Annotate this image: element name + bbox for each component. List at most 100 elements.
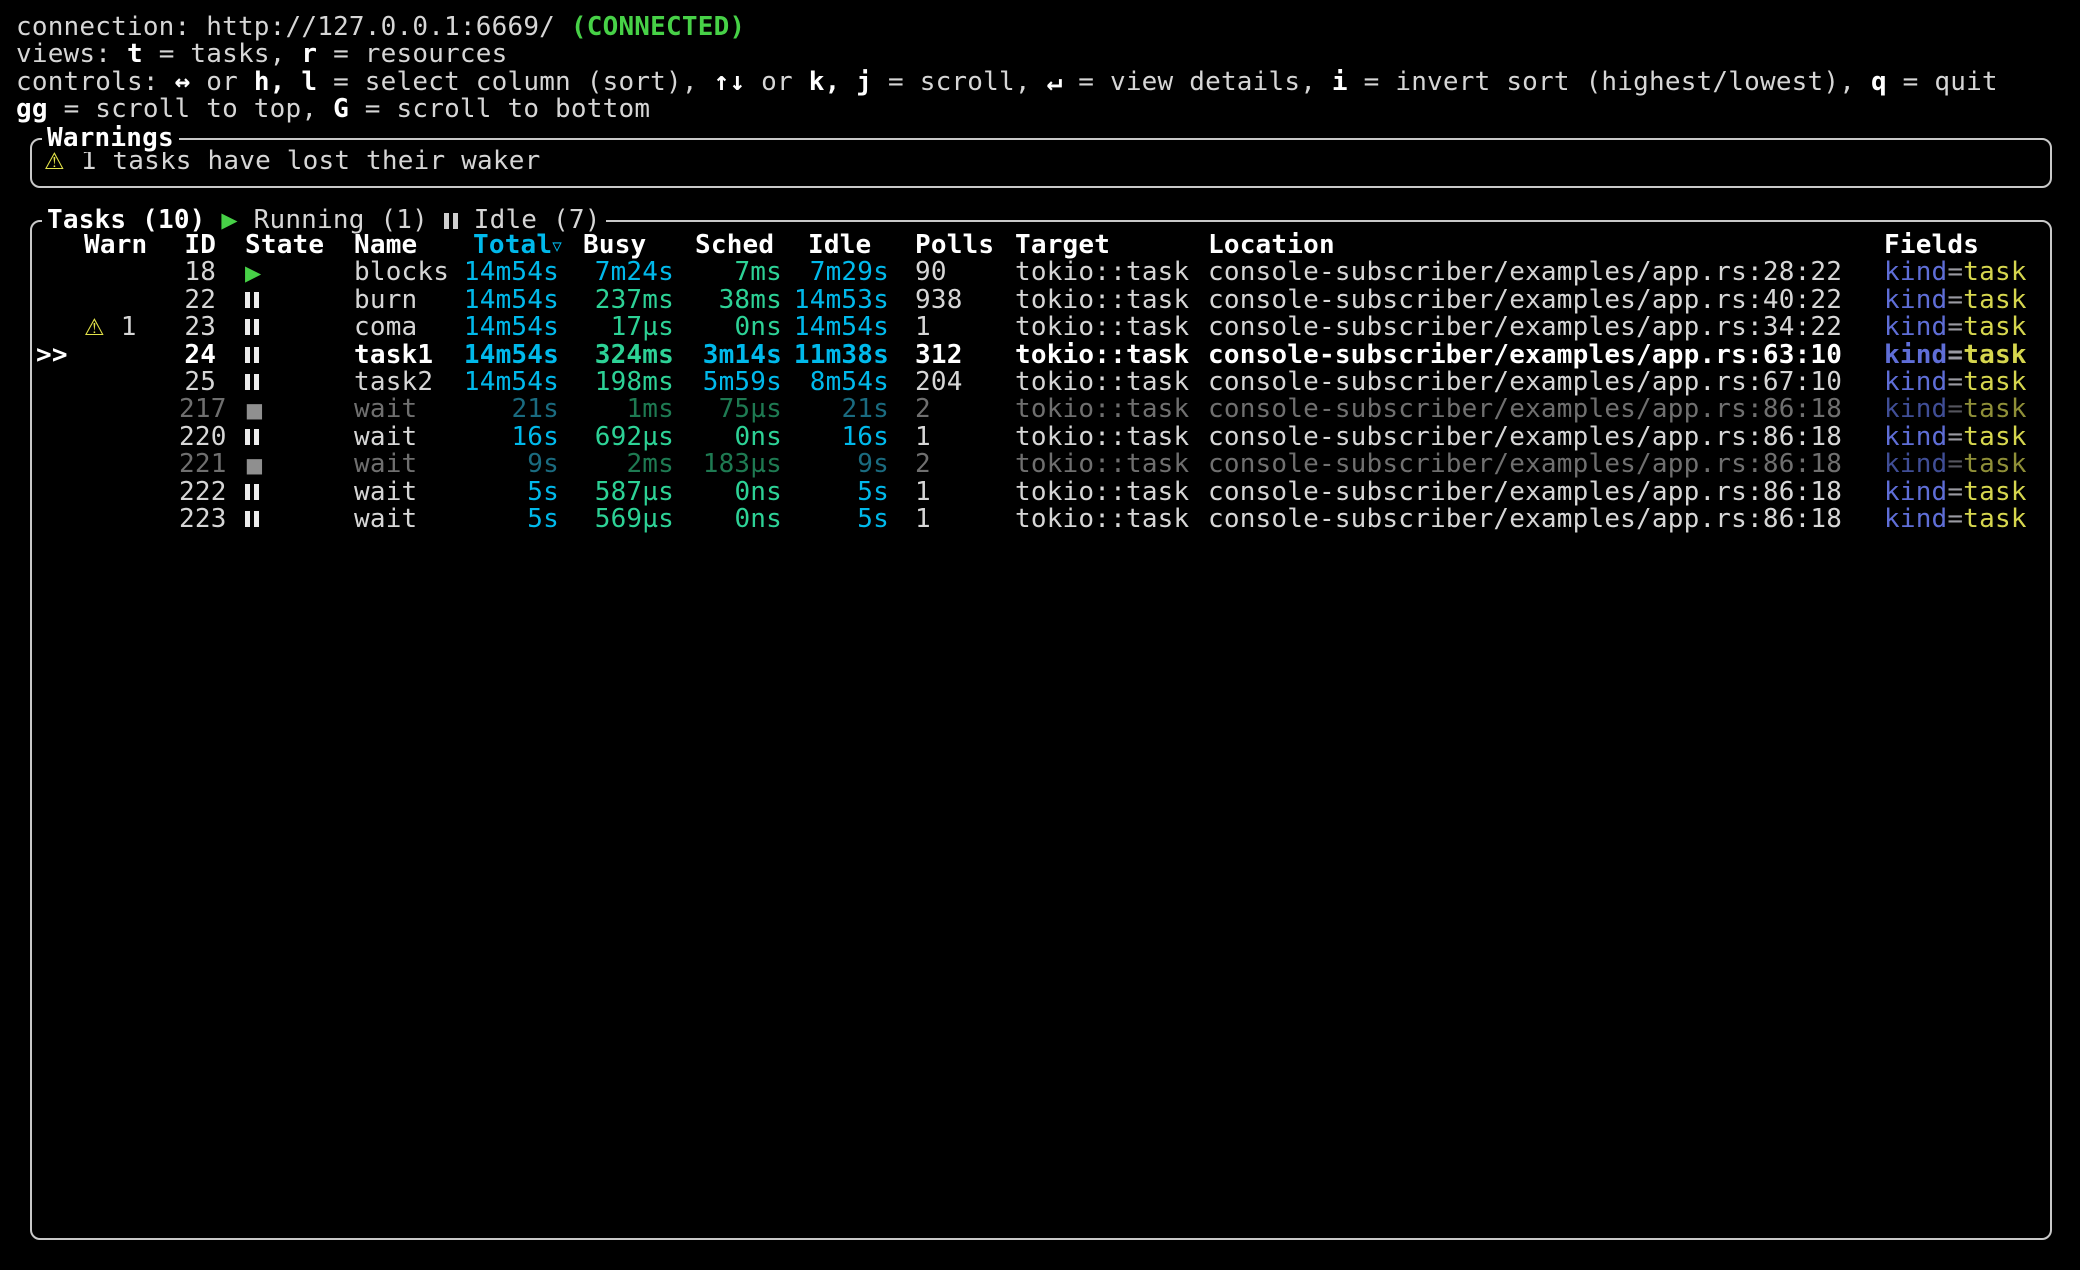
- cell-fields: kind=task: [1884, 421, 2050, 452]
- field-key: kind: [1884, 312, 1948, 343]
- cell-sched: 0ns: [734, 421, 782, 452]
- cell-fields: kind=task: [1884, 286, 2050, 314]
- cell-state: [232, 424, 354, 451]
- cell-total: 14m54s: [463, 366, 559, 397]
- table-row[interactable]: 25. task2 14m54s 198ms 5m59s 8m54s 204 t…: [32, 366, 2050, 397]
- cell-state: ■: [232, 451, 354, 479]
- cell-fields: kind=task: [1884, 366, 2050, 397]
- cell-idle: 14m54s: [793, 312, 889, 343]
- tasks-table-header: Warn ID. State Name Total▿ Busy Sched Id…: [32, 231, 2050, 260]
- cell-total: 14m54s: [463, 284, 559, 315]
- column-header-location[interactable]: Location: [1208, 231, 1884, 259]
- cell-name: wait: [354, 421, 418, 452]
- column-header-total-sorted[interactable]: Total▿: [459, 231, 562, 260]
- cell-polls: 312: [915, 339, 963, 370]
- cell-id: 18.: [184, 257, 217, 288]
- cell-busy: 237ms: [594, 284, 674, 315]
- cell-fields: kind=task: [1884, 259, 2050, 286]
- cell-total: 14m54s: [463, 339, 559, 370]
- cell-polls: 204: [915, 366, 963, 397]
- cell-location: console-subscriber/examples/app.rs:86:18: [1208, 476, 1843, 507]
- column-header-id[interactable]: ID.: [179, 231, 232, 259]
- controls-line-2: gg = scroll to top, G = scroll to bottom: [16, 94, 651, 125]
- cell-idle: 5s: [857, 503, 889, 534]
- field-equals: =: [1947, 339, 1964, 370]
- warnings-panel: Warnings ⚠ 1 tasks have lost their waker: [30, 124, 2052, 188]
- cell-idle: 21s: [841, 394, 889, 425]
- table-row[interactable]: 223. wait 5s 569µs 0ns 5s 1 tokio::task …: [32, 503, 2050, 534]
- cell-fields: kind=task: [1884, 476, 2050, 507]
- field-key: kind: [1884, 394, 1948, 425]
- column-header-name[interactable]: Name: [354, 231, 459, 259]
- pause-icon: [245, 483, 259, 501]
- field-equals: =: [1947, 476, 1964, 507]
- warning-item: ⚠ 1 tasks have lost their waker: [32, 147, 2050, 176]
- stop-square-icon: ■: [245, 452, 265, 477]
- cell-idle: 16s: [841, 421, 889, 452]
- cell-fields: kind=task: [1884, 339, 2050, 370]
- cell-busy: 198ms: [594, 366, 674, 397]
- cell-id: 221.: [179, 449, 227, 480]
- field-value: task: [1963, 476, 2027, 507]
- cell-location: console-subscriber/examples/app.rs:86:18: [1208, 503, 1843, 534]
- cell-target: tokio::task: [1015, 312, 1190, 343]
- field-value: task: [1963, 366, 2027, 397]
- cell-total: 5s: [527, 503, 559, 534]
- table-row[interactable]: 222. wait 5s 587µs 0ns 5s 1 tokio::task …: [32, 476, 2050, 507]
- table-row[interactable]: ⚠ 1 23. coma 14m54s 17µs 0ns 14m54s 1 to…: [32, 311, 2050, 343]
- column-header-sched[interactable]: Sched: [674, 231, 782, 259]
- pause-icon: [245, 373, 259, 391]
- cell-location: console-subscriber/examples/app.rs:63:10: [1208, 339, 1843, 370]
- field-key: kind: [1884, 366, 1948, 397]
- cell-state: ■: [232, 396, 354, 424]
- cell-id: 25.: [184, 366, 217, 397]
- stop-square-icon: ■: [245, 397, 265, 422]
- cell-name: wait: [354, 503, 418, 534]
- cell-sched: 0ns: [734, 476, 782, 507]
- cell-polls: 1: [915, 421, 931, 452]
- cell-name: burn: [354, 284, 418, 315]
- column-header-fields[interactable]: Fields: [1884, 231, 2050, 259]
- table-row[interactable]: 221. ■ wait 9s 2ms 183µs 9s 2 tokio::tas…: [32, 449, 2050, 480]
- cell-idle: 5s: [857, 476, 889, 507]
- cell-id: 222.: [179, 476, 227, 507]
- column-header-idle[interactable]: Idle: [782, 231, 889, 259]
- field-value: task: [1963, 421, 2027, 452]
- cell-id: 217.: [179, 394, 227, 425]
- field-value: task: [1963, 503, 2027, 534]
- table-row[interactable]: 22. burn 14m54s 237ms 38ms 14m53s 938 to…: [32, 284, 2050, 315]
- table-row[interactable]: 220. wait 16s 692µs 0ns 16s 1 tokio::tas…: [32, 421, 2050, 452]
- column-header-warn[interactable]: Warn: [82, 231, 179, 259]
- cell-target: tokio::task: [1015, 421, 1190, 452]
- field-key: kind: [1884, 449, 1948, 480]
- column-header-state[interactable]: State: [232, 231, 354, 259]
- table-row[interactable]: 217. ■ wait 21s 1ms 75µs 21s 2 tokio::ta…: [32, 394, 2050, 425]
- cell-busy: 587µs: [594, 476, 674, 507]
- column-header-busy[interactable]: Busy: [559, 231, 674, 259]
- cell-sched: 75µs: [718, 394, 782, 425]
- cell-sched: 0ns: [734, 503, 782, 534]
- cell-location: console-subscriber/examples/app.rs:86:18: [1208, 449, 1843, 480]
- cell-target: tokio::task: [1015, 449, 1190, 480]
- cell-polls: 938: [915, 284, 963, 315]
- cell-total: 5s: [527, 476, 559, 507]
- field-equals: =: [1947, 421, 1964, 452]
- cell-idle: 11m38s: [793, 339, 889, 370]
- play-icon: ▶: [221, 207, 238, 232]
- cell-busy: 1ms: [626, 394, 674, 425]
- table-row[interactable]: >> 24. task1 14m54s 324ms 3m14s 11m38s 3…: [32, 339, 2050, 370]
- table-row[interactable]: 18. ▶ blocks 14m54s 7m24s 7ms 7m29s 90 t…: [32, 257, 2050, 288]
- play-icon: ▶: [245, 260, 262, 285]
- column-header-target[interactable]: Target: [1015, 231, 1208, 259]
- column-header-polls[interactable]: Polls: [889, 231, 1015, 259]
- cell-warn: ⚠ 1: [84, 311, 137, 342]
- tokio-console-screen: { "colors": { "fg": "#d6d6d6", "bright":…: [0, 0, 2080, 1270]
- cell-target: tokio::task: [1015, 394, 1190, 425]
- cell-sched: 5m59s: [702, 366, 782, 397]
- cell-name: blocks: [354, 257, 450, 288]
- cell-state: [232, 506, 354, 533]
- field-key: kind: [1884, 421, 1948, 452]
- cell-state: [232, 369, 354, 396]
- cell-state: [232, 287, 354, 314]
- cell-polls: 2: [915, 394, 931, 425]
